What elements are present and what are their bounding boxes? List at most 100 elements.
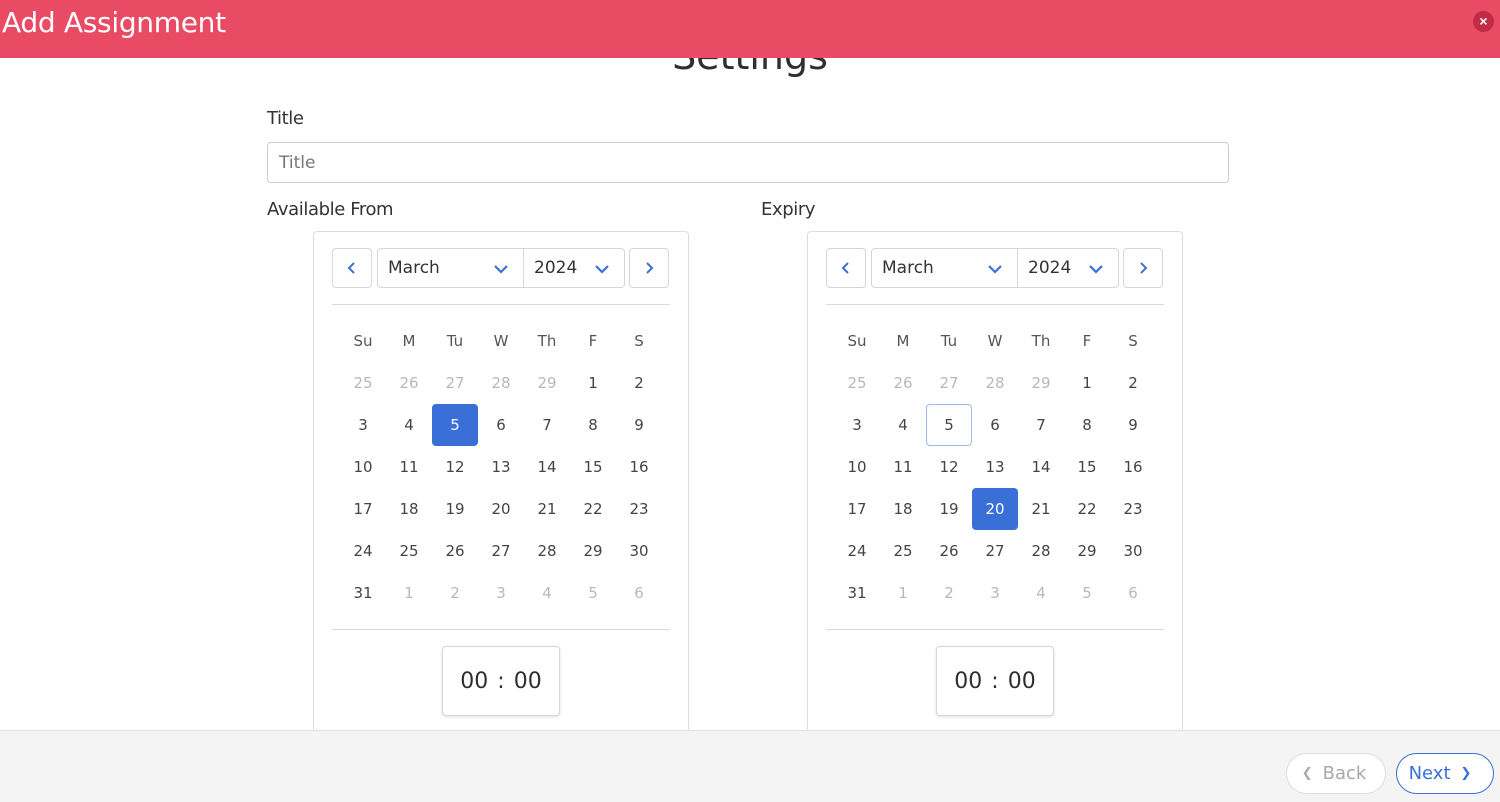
day-cell[interactable]: 3 (478, 572, 524, 614)
day-cell[interactable]: 17 (834, 488, 880, 530)
next-month-button[interactable] (1123, 248, 1163, 288)
day-cell[interactable]: 27 (432, 362, 478, 404)
day-cell[interactable]: 2 (432, 572, 478, 614)
day-cell[interactable]: 1 (570, 362, 616, 404)
day-cell[interactable]: 13 (478, 446, 524, 488)
day-cell[interactable]: 4 (386, 404, 432, 446)
day-cell[interactable]: 30 (1110, 530, 1156, 572)
today-day[interactable]: 5 (926, 404, 972, 446)
day-cell[interactable]: 15 (570, 446, 616, 488)
day-cell[interactable]: 12 (432, 446, 478, 488)
day-cell[interactable]: 26 (926, 530, 972, 572)
day-cell[interactable]: 25 (386, 530, 432, 572)
month-select[interactable]: March (871, 248, 1018, 288)
day-cell[interactable]: 26 (386, 362, 432, 404)
prev-month-button[interactable] (332, 248, 372, 288)
day-cell[interactable]: 21 (1018, 488, 1064, 530)
day-cell[interactable]: 23 (1110, 488, 1156, 530)
day-cell[interactable]: 28 (478, 362, 524, 404)
day-cell[interactable]: 10 (340, 446, 386, 488)
day-cell[interactable]: 1 (1064, 362, 1110, 404)
day-cell[interactable]: 6 (1110, 572, 1156, 614)
day-cell[interactable]: 5 (570, 572, 616, 614)
day-cell[interactable]: 18 (386, 488, 432, 530)
day-cell[interactable]: 24 (340, 530, 386, 572)
day-cell[interactable]: 17 (340, 488, 386, 530)
next-month-button[interactable] (629, 248, 669, 288)
day-cell[interactable]: 22 (570, 488, 616, 530)
day-cell[interactable]: 28 (524, 530, 570, 572)
day-cell[interactable]: 25 (880, 530, 926, 572)
day-cell[interactable]: 8 (570, 404, 616, 446)
day-cell[interactable]: 25 (834, 362, 880, 404)
day-cell[interactable]: 6 (616, 572, 662, 614)
day-cell[interactable]: 1 (386, 572, 432, 614)
back-button[interactable]: ❮ Back (1286, 753, 1386, 794)
day-cell[interactable]: 3 (834, 404, 880, 446)
day-cell[interactable]: 28 (972, 362, 1018, 404)
day-cell[interactable]: 30 (616, 530, 662, 572)
day-cell[interactable]: 19 (432, 488, 478, 530)
prev-month-button[interactable] (826, 248, 866, 288)
year-select[interactable]: 2024 (1018, 248, 1119, 288)
minutes-field[interactable]: 00 (514, 669, 542, 694)
day-cell[interactable]: 3 (340, 404, 386, 446)
day-cell[interactable]: 11 (386, 446, 432, 488)
day-cell[interactable]: 24 (834, 530, 880, 572)
day-cell[interactable]: 12 (926, 446, 972, 488)
day-cell[interactable]: 10 (834, 446, 880, 488)
day-cell[interactable]: 29 (524, 362, 570, 404)
day-cell[interactable]: 2 (1110, 362, 1156, 404)
day-cell[interactable]: 23 (616, 488, 662, 530)
day-cell[interactable]: 4 (1018, 572, 1064, 614)
day-cell[interactable]: 26 (880, 362, 926, 404)
day-cell[interactable]: 4 (524, 572, 570, 614)
minutes-field[interactable]: 00 (1008, 669, 1036, 694)
day-cell[interactable]: 29 (1064, 530, 1110, 572)
day-cell[interactable]: 11 (880, 446, 926, 488)
day-cell[interactable]: 7 (524, 404, 570, 446)
day-cell[interactable]: 27 (926, 362, 972, 404)
day-cell[interactable]: 31 (340, 572, 386, 614)
day-cell[interactable]: 27 (478, 530, 524, 572)
day-cell[interactable]: 2 (926, 572, 972, 614)
day-cell[interactable]: 28 (1018, 530, 1064, 572)
day-cell[interactable]: 6 (972, 404, 1018, 446)
day-cell[interactable]: 25 (340, 362, 386, 404)
close-icon[interactable]: × (1473, 11, 1494, 32)
year-select[interactable]: 2024 (524, 248, 625, 288)
day-cell[interactable]: 4 (880, 404, 926, 446)
day-cell[interactable]: 31 (834, 572, 880, 614)
next-button[interactable]: Next ❯ (1396, 753, 1494, 794)
day-cell[interactable]: 29 (1018, 362, 1064, 404)
day-cell[interactable]: 13 (972, 446, 1018, 488)
day-cell[interactable]: 14 (524, 446, 570, 488)
day-cell[interactable]: 22 (1064, 488, 1110, 530)
day-cell[interactable]: 29 (570, 530, 616, 572)
day-cell[interactable]: 21 (524, 488, 570, 530)
day-cell[interactable]: 2 (616, 362, 662, 404)
day-cell[interactable]: 3 (972, 572, 1018, 614)
title-input[interactable] (267, 142, 1229, 183)
hours-field[interactable]: 00 (460, 669, 488, 694)
day-cell[interactable]: 16 (616, 446, 662, 488)
day-cell[interactable]: 18 (880, 488, 926, 530)
day-cell[interactable]: 9 (1110, 404, 1156, 446)
selected-day[interactable]: 5 (432, 404, 478, 446)
day-cell[interactable]: 14 (1018, 446, 1064, 488)
day-cell[interactable]: 1 (880, 572, 926, 614)
day-cell[interactable]: 19 (926, 488, 972, 530)
day-cell[interactable]: 8 (1064, 404, 1110, 446)
day-cell[interactable]: 15 (1064, 446, 1110, 488)
month-select[interactable]: March (377, 248, 524, 288)
selected-day[interactable]: 20 (972, 488, 1018, 530)
hours-field[interactable]: 00 (954, 669, 982, 694)
day-cell[interactable]: 27 (972, 530, 1018, 572)
day-cell[interactable]: 16 (1110, 446, 1156, 488)
day-cell[interactable]: 7 (1018, 404, 1064, 446)
day-cell[interactable]: 26 (432, 530, 478, 572)
day-cell[interactable]: 5 (1064, 572, 1110, 614)
day-cell[interactable]: 20 (478, 488, 524, 530)
day-cell[interactable]: 6 (478, 404, 524, 446)
day-cell[interactable]: 9 (616, 404, 662, 446)
